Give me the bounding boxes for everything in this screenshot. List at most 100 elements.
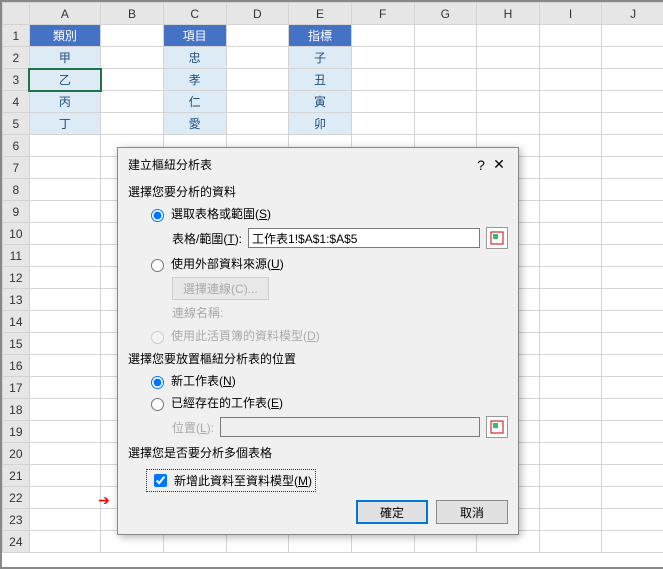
col-header-I[interactable]: I <box>539 3 602 25</box>
row-header-16[interactable]: 16 <box>3 355 30 377</box>
cell-J23[interactable] <box>602 509 663 531</box>
cell-F1[interactable] <box>351 25 414 47</box>
cell-G2[interactable] <box>414 47 477 69</box>
close-icon[interactable]: ✕ <box>490 156 508 173</box>
cell-E5[interactable]: 卯 <box>289 113 352 135</box>
cell-J12[interactable] <box>602 267 663 289</box>
cell-A4[interactable]: 丙 <box>29 91 101 113</box>
cell-A2[interactable]: 甲 <box>29 47 101 69</box>
col-header-E[interactable]: E <box>289 3 352 25</box>
cell-H5[interactable] <box>477 113 540 135</box>
cell-B4[interactable] <box>101 91 164 113</box>
radio-existing-sheet[interactable] <box>151 398 164 411</box>
cell-I23[interactable] <box>539 509 602 531</box>
cell-J9[interactable] <box>602 201 663 223</box>
cell-D1[interactable] <box>226 25 289 47</box>
cell-C1[interactable]: 項目 <box>163 25 226 47</box>
cell-I3[interactable] <box>539 69 602 91</box>
cell-F4[interactable] <box>351 91 414 113</box>
cell-I14[interactable] <box>539 311 602 333</box>
cell-J6[interactable] <box>602 135 663 157</box>
cell-C4[interactable]: 仁 <box>163 91 226 113</box>
cell-I10[interactable] <box>539 223 602 245</box>
cell-J22[interactable] <box>602 487 663 509</box>
row-header-11[interactable]: 11 <box>3 245 30 267</box>
cell-B2[interactable] <box>101 47 164 69</box>
row-header-4[interactable]: 4 <box>3 91 30 113</box>
cell-G5[interactable] <box>414 113 477 135</box>
cell-C2[interactable]: 忠 <box>163 47 226 69</box>
row-header-12[interactable]: 12 <box>3 267 30 289</box>
row-header-7[interactable]: 7 <box>3 157 30 179</box>
cell-E1[interactable]: 指標 <box>289 25 352 47</box>
cell-J15[interactable] <box>602 333 663 355</box>
cell-I6[interactable] <box>539 135 602 157</box>
cell-A3[interactable]: 乙 <box>29 69 101 91</box>
range-input[interactable] <box>248 228 480 248</box>
col-header-H[interactable]: H <box>477 3 540 25</box>
cell-H3[interactable] <box>477 69 540 91</box>
cell-J7[interactable] <box>602 157 663 179</box>
cell-A7[interactable] <box>29 157 101 179</box>
row-header-15[interactable]: 15 <box>3 333 30 355</box>
cell-J5[interactable] <box>602 113 663 135</box>
cell-I4[interactable] <box>539 91 602 113</box>
cell-G1[interactable] <box>414 25 477 47</box>
cell-I17[interactable] <box>539 377 602 399</box>
corner-cell[interactable] <box>3 3 30 25</box>
col-header-D[interactable]: D <box>226 3 289 25</box>
cell-I8[interactable] <box>539 179 602 201</box>
cell-G3[interactable] <box>414 69 477 91</box>
row-header-14[interactable]: 14 <box>3 311 30 333</box>
checkbox-add-to-model[interactable] <box>154 474 167 487</box>
cell-I19[interactable] <box>539 421 602 443</box>
cancel-button[interactable]: 取消 <box>436 500 508 524</box>
cell-I5[interactable] <box>539 113 602 135</box>
row-header-21[interactable]: 21 <box>3 465 30 487</box>
cell-A20[interactable] <box>29 443 101 465</box>
row-header-1[interactable]: 1 <box>3 25 30 47</box>
col-header-A[interactable]: A <box>29 3 101 25</box>
cell-I22[interactable] <box>539 487 602 509</box>
cell-D3[interactable] <box>226 69 289 91</box>
help-icon[interactable]: ? <box>472 157 490 173</box>
cell-B5[interactable] <box>101 113 164 135</box>
cell-J11[interactable] <box>602 245 663 267</box>
cell-J16[interactable] <box>602 355 663 377</box>
cell-J20[interactable] <box>602 443 663 465</box>
cell-F5[interactable] <box>351 113 414 135</box>
row-header-10[interactable]: 10 <box>3 223 30 245</box>
cell-I15[interactable] <box>539 333 602 355</box>
cell-I24[interactable] <box>539 531 602 553</box>
cell-A14[interactable] <box>29 311 101 333</box>
cell-I20[interactable] <box>539 443 602 465</box>
cell-A23[interactable] <box>29 509 101 531</box>
cell-A15[interactable] <box>29 333 101 355</box>
cell-E3[interactable]: 丑 <box>289 69 352 91</box>
cell-D5[interactable] <box>226 113 289 135</box>
cell-B3[interactable] <box>101 69 164 91</box>
row-header-22[interactable]: 22 <box>3 487 30 509</box>
cell-F3[interactable] <box>351 69 414 91</box>
cell-J19[interactable] <box>602 421 663 443</box>
radio-external[interactable] <box>151 259 164 272</box>
cell-A17[interactable] <box>29 377 101 399</box>
cell-I13[interactable] <box>539 289 602 311</box>
cell-I1[interactable] <box>539 25 602 47</box>
row-header-8[interactable]: 8 <box>3 179 30 201</box>
cell-E4[interactable]: 寅 <box>289 91 352 113</box>
col-header-B[interactable]: B <box>101 3 164 25</box>
range-picker-icon[interactable] <box>486 227 508 249</box>
cell-A12[interactable] <box>29 267 101 289</box>
row-header-6[interactable]: 6 <box>3 135 30 157</box>
cell-I18[interactable] <box>539 399 602 421</box>
cell-I11[interactable] <box>539 245 602 267</box>
cell-J21[interactable] <box>602 465 663 487</box>
cell-J10[interactable] <box>602 223 663 245</box>
cell-D2[interactable] <box>226 47 289 69</box>
cell-I12[interactable] <box>539 267 602 289</box>
cell-J17[interactable] <box>602 377 663 399</box>
radio-new-sheet[interactable] <box>151 376 164 389</box>
cell-J1[interactable] <box>602 25 663 47</box>
cell-C3[interactable]: 孝 <box>163 69 226 91</box>
